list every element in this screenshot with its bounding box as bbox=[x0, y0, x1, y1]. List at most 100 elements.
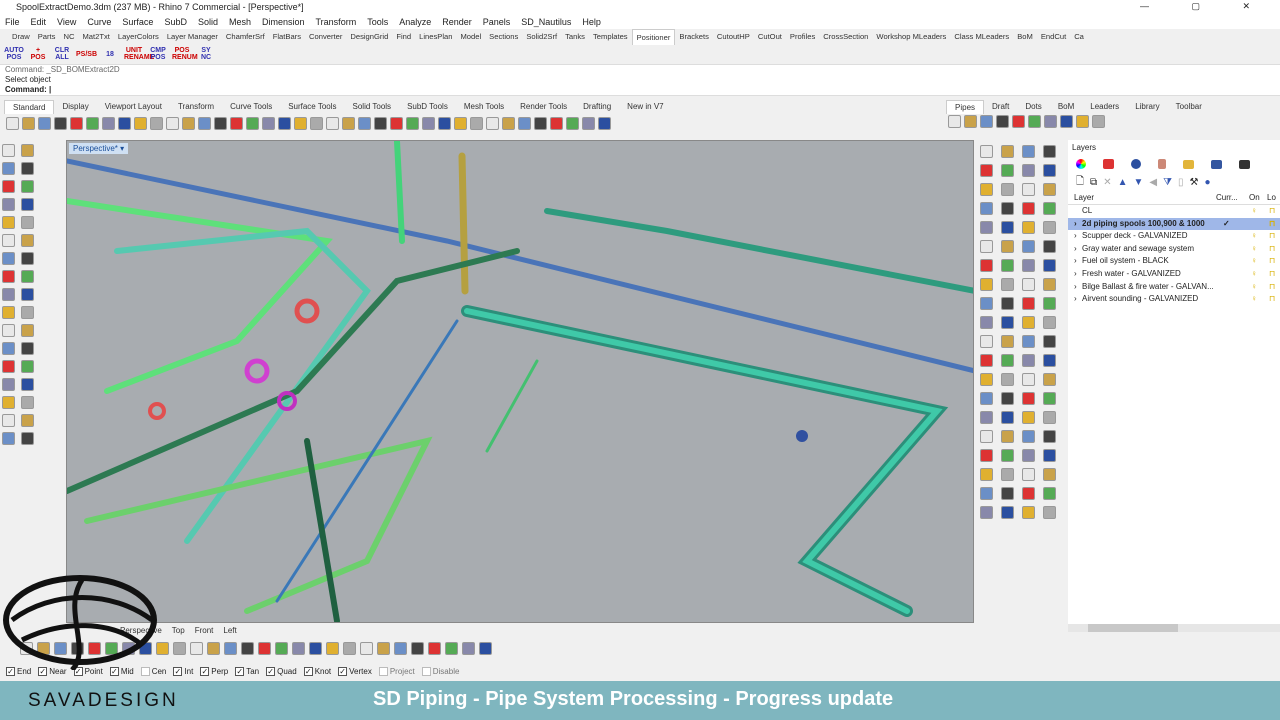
bottom-tool-icon[interactable] bbox=[411, 642, 424, 655]
right-tool-icon[interactable] bbox=[1001, 164, 1014, 177]
tab-endcut[interactable]: EndCut bbox=[1037, 29, 1070, 45]
right-tool-icon[interactable] bbox=[1022, 487, 1035, 500]
toolbar-icon[interactable] bbox=[550, 117, 563, 130]
right-tool-icon[interactable] bbox=[1022, 449, 1035, 462]
right-tool-icon[interactable] bbox=[1001, 506, 1014, 519]
right-tool-icon[interactable] bbox=[1043, 487, 1056, 500]
tab-workshop-mleaders[interactable]: Workshop MLeaders bbox=[872, 29, 950, 45]
osnap-int[interactable]: ✓ Int bbox=[173, 667, 193, 676]
layer-row[interactable]: › Bilge Ballast & fire water - GALVAN... ♀… bbox=[1068, 281, 1280, 294]
toolbar-icon[interactable] bbox=[566, 117, 579, 130]
pipes-tool-icon[interactable] bbox=[964, 115, 977, 128]
expand-chevron-icon[interactable]: › bbox=[1074, 268, 1077, 281]
right-tool-icon[interactable] bbox=[1022, 354, 1035, 367]
tools-icon[interactable]: ⚒ bbox=[1190, 177, 1199, 188]
toolbar-icon[interactable] bbox=[6, 117, 19, 130]
right-tool-icon[interactable] bbox=[1022, 164, 1035, 177]
right-tool-icon[interactable] bbox=[1022, 316, 1035, 329]
toolbar-icon[interactable] bbox=[358, 117, 371, 130]
window-controls[interactable]: — ▢ ✕ bbox=[1140, 1, 1270, 12]
tab-mesh-tools[interactable]: Mesh Tools bbox=[456, 100, 512, 114]
display-icon[interactable] bbox=[1211, 159, 1222, 169]
osnap-disable[interactable]: Disable bbox=[421, 667, 459, 676]
right-tool-icon[interactable] bbox=[1022, 468, 1035, 481]
right-tool-icon[interactable] bbox=[1001, 449, 1014, 462]
right-tool-icon[interactable] bbox=[1001, 430, 1014, 443]
left-tool-icon[interactable] bbox=[21, 360, 34, 373]
menu-file[interactable]: File bbox=[5, 17, 20, 27]
bottom-tool-icon[interactable] bbox=[173, 642, 186, 655]
layer-row[interactable]: › Gray water and sewage system ♀ ⊓ bbox=[1068, 243, 1280, 256]
paste-icon[interactable]: ▯ bbox=[1178, 177, 1184, 188]
right-tool-icon[interactable] bbox=[980, 430, 993, 443]
right-tool-icon[interactable] bbox=[1043, 164, 1056, 177]
right-tool-icon[interactable] bbox=[1022, 221, 1035, 234]
panel-tab-dots[interactable]: Dots bbox=[1017, 100, 1049, 114]
right-tool-icon[interactable] bbox=[1043, 411, 1056, 424]
unlock-icon[interactable]: ⊓ bbox=[1269, 281, 1275, 294]
osnap-knot[interactable]: ✓ Knot bbox=[303, 667, 331, 676]
left-tool-icon[interactable] bbox=[21, 144, 34, 157]
bulb-on-icon[interactable]: ♀ bbox=[1251, 255, 1257, 268]
checkbox[interactable] bbox=[421, 667, 431, 676]
tab-model[interactable]: Model bbox=[456, 29, 485, 45]
bulb-on-icon[interactable]: ♀ bbox=[1251, 293, 1257, 306]
command-area[interactable]: Command: _SD_BOMExtract2D Select object … bbox=[0, 64, 1280, 96]
bottom-tool-icon[interactable] bbox=[190, 642, 203, 655]
move-out-icon[interactable]: ◀ bbox=[1149, 177, 1157, 188]
filter-icon[interactable]: ⧩ bbox=[1163, 177, 1172, 188]
tool-button[interactable]: AUTO POS bbox=[4, 47, 24, 61]
tab-layercolors[interactable]: LayerColors bbox=[114, 29, 163, 45]
bulb-on-icon[interactable]: ♀ bbox=[1251, 243, 1257, 256]
left-tool-icon[interactable] bbox=[2, 180, 15, 193]
bulb-on-icon[interactable]: ♀ bbox=[1251, 281, 1257, 294]
tab-bom[interactable]: BoM bbox=[1013, 29, 1037, 45]
layers-icon[interactable] bbox=[1103, 159, 1114, 169]
left-tool-icon[interactable] bbox=[2, 342, 15, 355]
left-tool-icon[interactable] bbox=[21, 288, 34, 301]
left-tool-icon[interactable] bbox=[21, 162, 34, 175]
right-tool-icon[interactable] bbox=[1001, 202, 1014, 215]
layer-row[interactable]: › Fuel oil system - BLACK ♀ ⊓ bbox=[1068, 255, 1280, 268]
layer-row[interactable]: CL ♀ ⊓ bbox=[1068, 205, 1280, 218]
tab-crosssection[interactable]: CrossSection bbox=[819, 29, 872, 45]
toolbar-icon[interactable] bbox=[582, 117, 595, 130]
tab-cutouthp[interactable]: CutoutHP bbox=[713, 29, 754, 45]
tab-profiles[interactable]: Profiles bbox=[786, 29, 819, 45]
tab-cutout[interactable]: CutOut bbox=[754, 29, 786, 45]
tab-standard[interactable]: Standard bbox=[4, 100, 55, 114]
right-tool-icon[interactable] bbox=[1043, 354, 1056, 367]
left-tool-icon[interactable] bbox=[2, 216, 15, 229]
tab-mat2txt[interactable]: Mat2Txt bbox=[78, 29, 113, 45]
viewport-tab-left[interactable]: Left bbox=[223, 626, 236, 635]
toolbar-icon[interactable] bbox=[230, 117, 243, 130]
tab-flatbars[interactable]: FlatBars bbox=[269, 29, 305, 45]
col-on[interactable]: On bbox=[1249, 193, 1260, 202]
toolbar-icon[interactable] bbox=[150, 117, 163, 130]
tool-button[interactable]: + POS bbox=[28, 47, 48, 61]
right-tool-icon[interactable] bbox=[1001, 221, 1014, 234]
right-tool-icon[interactable] bbox=[1043, 297, 1056, 310]
right-tool-icon[interactable] bbox=[980, 354, 993, 367]
right-tool-icon[interactable] bbox=[1022, 373, 1035, 386]
menu-analyze[interactable]: Analyze bbox=[399, 17, 431, 27]
checkbox[interactable]: ✓ bbox=[303, 667, 313, 676]
menu-help[interactable]: Help bbox=[582, 17, 601, 27]
osnap-perp[interactable]: ✓ Perp bbox=[200, 667, 228, 676]
new-sublayer-icon[interactable]: ⧉ bbox=[1090, 177, 1097, 188]
toolbar-icon[interactable] bbox=[342, 117, 355, 130]
bottom-tool-icon[interactable] bbox=[309, 642, 322, 655]
bottom-tool-icon[interactable] bbox=[360, 642, 373, 655]
left-tool-icon[interactable] bbox=[2, 324, 15, 337]
toolbar-icon[interactable] bbox=[54, 117, 67, 130]
toolbar-icon[interactable] bbox=[486, 117, 499, 130]
left-tool-icon[interactable] bbox=[2, 306, 15, 319]
tool-button[interactable]: UNIT RENAME bbox=[124, 47, 154, 61]
tab-layer-manager[interactable]: Layer Manager bbox=[163, 29, 222, 45]
layer-row[interactable]: › 2d piping spools 100,900 & 1000 ✓ ⊓ bbox=[1068, 217, 1280, 231]
right-tool-icon[interactable] bbox=[980, 392, 993, 405]
right-tool-icon[interactable] bbox=[1043, 373, 1056, 386]
toolbar-icon[interactable] bbox=[214, 117, 227, 130]
tab-viewport-layout[interactable]: Viewport Layout bbox=[97, 100, 170, 114]
right-tool-icon[interactable] bbox=[1001, 411, 1014, 424]
